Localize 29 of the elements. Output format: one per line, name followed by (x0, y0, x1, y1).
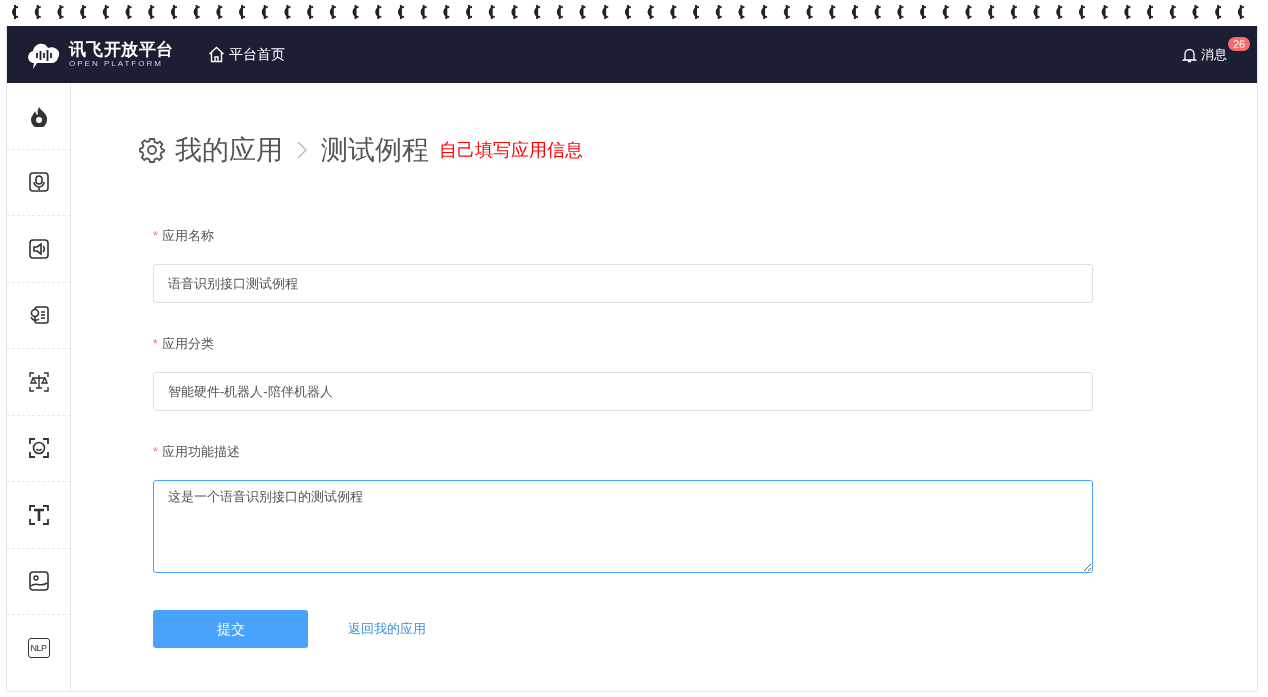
text-scan-icon[interactable] (27, 503, 50, 526)
back-link[interactable]: 返回我的应用 (348, 619, 426, 639)
required-mark: * (153, 228, 158, 245)
bell-icon (1182, 46, 1197, 63)
microphone-icon[interactable] (27, 171, 50, 194)
home-link[interactable]: 平台首页 (207, 44, 285, 65)
breadcrumb-item: 测试例程 (321, 133, 429, 167)
message-count-badge: 26 (1228, 36, 1251, 51)
required-mark: * (153, 336, 158, 353)
logo-title: 讯飞开放平台 (69, 41, 174, 58)
speaker-icon[interactable] (27, 237, 50, 260)
logo-subtitle: OPEN PLATFORM (69, 60, 164, 68)
annotation-text: 自己填写应用信息 (439, 138, 583, 162)
field-label: 应用分类 (161, 335, 214, 354)
breadcrumb-item[interactable]: 我的应用 (175, 129, 283, 171)
text-input-field[interactable]: 智能硬件-机器人-陪伴机器人 (153, 372, 1093, 411)
nlp-menu-item[interactable]: NLP (27, 638, 50, 659)
field-label: 应用功能描述 (161, 443, 240, 462)
face-scan-icon[interactable] (27, 437, 50, 460)
chevron-right-icon (296, 140, 308, 160)
settings-icon (139, 137, 165, 163)
image-icon[interactable] (27, 570, 50, 593)
field-label: 应用名称 (161, 227, 214, 246)
home-icon (207, 46, 225, 63)
description-textarea[interactable]: 这是一个语音识别接口的测试例程 (153, 480, 1093, 573)
balance-scale-icon[interactable] (27, 370, 50, 393)
document-voice-icon[interactable] (27, 304, 50, 327)
required-mark: * (153, 444, 158, 461)
text-input-field[interactable]: 语音识别接口测试例程 (153, 264, 1093, 303)
